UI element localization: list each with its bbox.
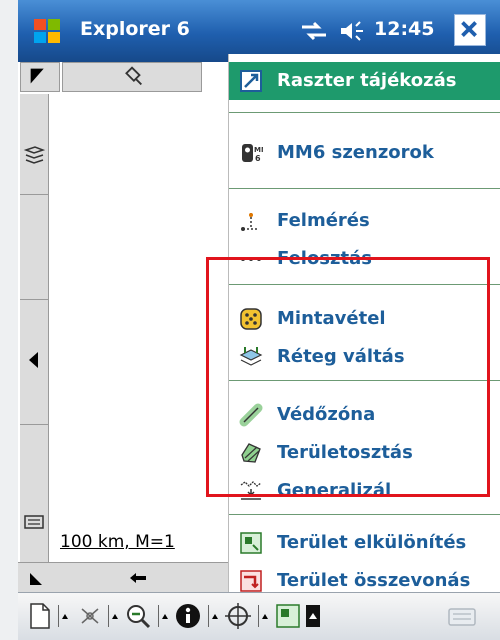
corner-arrow-icon bbox=[30, 68, 44, 84]
windows-start-icon[interactable] bbox=[32, 16, 62, 46]
zoom-tool-button[interactable] bbox=[62, 62, 202, 92]
menu-item-label: Felmérés bbox=[277, 210, 370, 231]
map-side-toolbar bbox=[20, 94, 49, 592]
division-icon bbox=[240, 257, 262, 261]
dropdown-arrow-icon[interactable] bbox=[258, 605, 271, 627]
menu-separator bbox=[229, 188, 500, 189]
close-icon bbox=[461, 21, 477, 37]
menu-separator bbox=[229, 284, 500, 285]
title-bar: Explorer 6 12:45 bbox=[18, 0, 500, 62]
menu-separator bbox=[229, 112, 500, 113]
layers-icon[interactable] bbox=[23, 144, 45, 166]
menu-separator bbox=[229, 514, 500, 515]
menu-item-label: Terület elkülönítés bbox=[277, 532, 467, 553]
keyboard-small-icon[interactable] bbox=[24, 514, 44, 530]
menu-separator bbox=[229, 380, 500, 381]
menu-item-label: Területosztás bbox=[277, 442, 413, 463]
zoom-tool-icon bbox=[125, 66, 142, 86]
menu-item-label: Réteg váltás bbox=[277, 346, 405, 367]
window-title: Explorer 6 bbox=[80, 18, 190, 40]
dropdown-arrow-icon[interactable] bbox=[158, 605, 171, 627]
menu-item-raster-orient[interactable]: Raszter tájékozás bbox=[229, 62, 500, 100]
area-merge-icon bbox=[240, 570, 262, 592]
crosshair-icon[interactable] bbox=[224, 601, 252, 631]
menu-item-survey[interactable]: Felmérés bbox=[229, 202, 500, 240]
back-arrow-icon[interactable] bbox=[128, 571, 148, 585]
pan-mode-button[interactable] bbox=[20, 62, 60, 92]
menu-item-layer-switch[interactable]: Réteg váltás bbox=[229, 338, 500, 376]
menu-item-sensors[interactable]: MM 6 MM6 szenzorok bbox=[229, 134, 500, 172]
corner-arrow-icon[interactable] bbox=[26, 569, 46, 589]
menu-item-label: Védőzóna bbox=[277, 404, 376, 425]
clock: 12:45 bbox=[374, 18, 435, 40]
sampling-icon bbox=[240, 308, 262, 330]
keyboard-icon[interactable] bbox=[448, 607, 478, 627]
sensor-icon: MM 6 bbox=[242, 144, 263, 163]
buffer-zone-icon bbox=[239, 403, 263, 427]
layer-switch-icon bbox=[239, 347, 263, 366]
area-separate-icon bbox=[240, 532, 262, 554]
menu-item-division[interactable]: Felosztás bbox=[229, 240, 500, 278]
menu-item-label: Terület összevonás bbox=[277, 570, 471, 591]
menu-item-label: MM6 szenzorok bbox=[277, 142, 434, 163]
svg-text:MM: MM bbox=[254, 146, 263, 154]
menu-item-generalize[interactable]: Generalizál bbox=[229, 472, 500, 510]
sidebar-divider bbox=[20, 194, 48, 195]
dropdown-arrow-icon[interactable] bbox=[58, 605, 71, 627]
volume-icon[interactable] bbox=[338, 19, 366, 43]
menu-item-sampling[interactable]: Mintavétel bbox=[229, 300, 500, 338]
survey-icon bbox=[241, 213, 259, 231]
target-tool-icon[interactable] bbox=[76, 601, 104, 631]
area-split-icon bbox=[241, 443, 261, 463]
sidebar-divider bbox=[20, 424, 48, 425]
svg-text:6: 6 bbox=[255, 154, 261, 163]
close-button[interactable] bbox=[454, 14, 486, 46]
command-bar bbox=[18, 592, 500, 640]
zoom-icon[interactable] bbox=[124, 601, 152, 631]
collapse-left-icon[interactable] bbox=[26, 349, 42, 371]
new-file-icon[interactable] bbox=[26, 601, 54, 631]
menu-item-area-separate[interactable]: Terület elkülönítés bbox=[229, 524, 500, 562]
app-window: Explorer 6 12:45 100 km, M=1 Raszter táj… bbox=[18, 0, 500, 640]
menu-item-buffer-zone[interactable]: Védőzóna bbox=[229, 396, 500, 434]
connectivity-icon[interactable] bbox=[300, 19, 328, 43]
sidebar-divider bbox=[20, 299, 48, 300]
menu-item-label: Felosztás bbox=[277, 248, 372, 269]
dropdown-arrow-icon[interactable] bbox=[108, 605, 121, 627]
menu-item-area-split[interactable]: Területosztás bbox=[229, 434, 500, 472]
menu-item-label: Raszter tájékozás bbox=[277, 70, 457, 91]
dropdown-arrow-icon[interactable] bbox=[306, 605, 320, 627]
tools-menu: Raszter tájékozás MM 6 MM6 szenzorok Fel… bbox=[228, 54, 500, 599]
area-tool-icon[interactable] bbox=[274, 601, 302, 631]
generalize-icon bbox=[240, 481, 262, 500]
menu-item-label: Generalizál bbox=[277, 480, 392, 501]
scale-label: 100 km, M=1 bbox=[60, 532, 175, 552]
raster-orient-icon bbox=[240, 70, 262, 92]
menu-item-label: Mintavétel bbox=[277, 308, 386, 329]
info-icon[interactable] bbox=[174, 601, 202, 631]
dropdown-arrow-icon[interactable] bbox=[208, 605, 221, 627]
